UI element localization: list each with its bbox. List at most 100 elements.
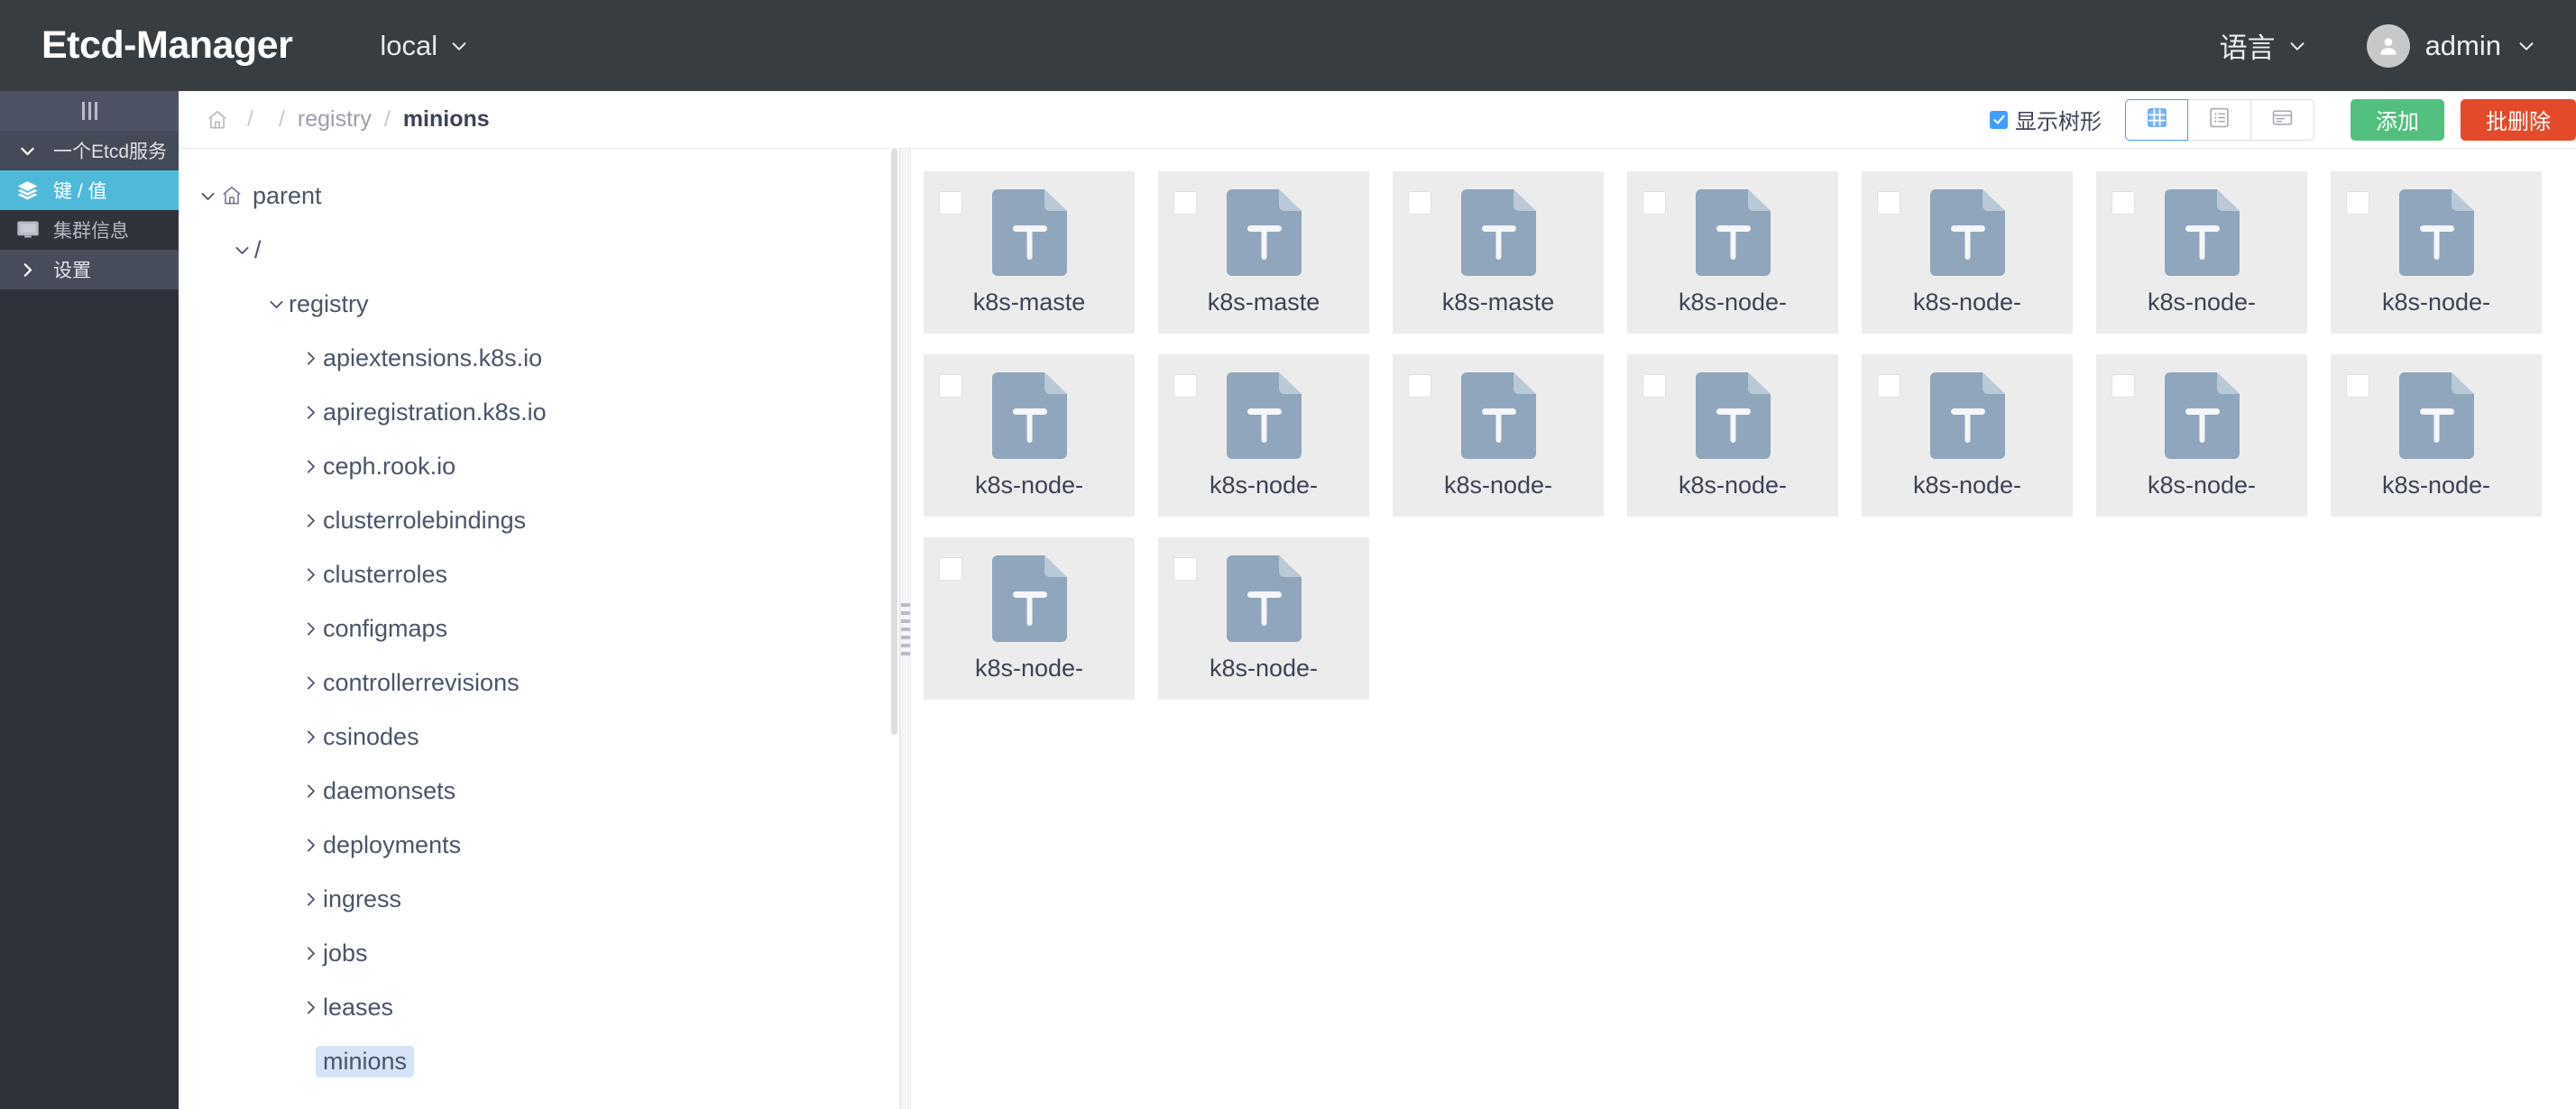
home-icon[interactable] [200, 108, 235, 132]
key-card[interactable]: k8s-node- [924, 537, 1135, 700]
chevron-right-icon[interactable] [298, 457, 323, 476]
key-card[interactable]: k8s-node- [1862, 354, 2073, 517]
chevron-down-icon[interactable] [195, 187, 220, 206]
key-card-label: k8s-node- [2381, 472, 2491, 499]
chevron-down-icon[interactable] [229, 241, 254, 260]
key-card-checkbox[interactable] [1173, 557, 1197, 581]
key-card-checkbox[interactable] [1642, 374, 1666, 398]
chevron-right-icon[interactable] [298, 890, 323, 909]
chevron-down-icon [2287, 36, 2307, 56]
key-card-checkbox[interactable] [1173, 191, 1197, 215]
sidebar-item-key-value[interactable]: 键 / 值 [0, 170, 179, 210]
tree-node[interactable]: daemonsets [179, 764, 899, 818]
chevron-right-icon[interactable] [298, 998, 323, 1017]
text-file-icon [1226, 189, 1302, 280]
panel-splitter[interactable] [900, 149, 911, 1109]
content-split: parent / registry apiextensions.k8s.io apire… [179, 149, 2576, 1109]
key-card-checkbox[interactable] [1173, 374, 1197, 398]
tree-node[interactable]: controllerrevisions [179, 655, 899, 710]
chevron-right-icon[interactable] [298, 782, 323, 801]
key-card-checkbox[interactable] [2111, 191, 2135, 215]
key-card-checkbox[interactable] [2346, 191, 2369, 215]
chevron-right-icon[interactable] [298, 944, 323, 963]
chevron-right-icon[interactable] [298, 728, 323, 747]
tree-node-label: apiregistration.k8s.io [323, 398, 547, 426]
key-card-checkbox[interactable] [2346, 374, 2369, 398]
tree-node-label: csinodes [323, 722, 419, 750]
key-card[interactable]: k8s-node- [1393, 354, 1604, 517]
chevron-right-icon[interactable] [298, 674, 323, 692]
chevron-right-icon[interactable] [298, 619, 323, 638]
user-menu[interactable]: admin [2366, 23, 2536, 68]
key-card[interactable]: k8s-node- [2096, 171, 2307, 334]
tree-node[interactable]: clusterrolebindings [179, 493, 899, 547]
tree-node[interactable]: leases [179, 980, 899, 1034]
key-card[interactable]: k8s-node- [2331, 354, 2542, 517]
key-card[interactable]: k8s-node- [1627, 171, 1838, 334]
sidebar-item-settings[interactable]: 设置 [0, 250, 179, 289]
key-card[interactable]: k8s-node- [1627, 354, 1838, 517]
tree-node[interactable]: configmaps [179, 601, 899, 655]
key-card-checkbox[interactable] [1642, 191, 1666, 215]
key-card[interactable]: k8s-maste [924, 171, 1135, 334]
key-card-checkbox[interactable] [1408, 374, 1431, 398]
sidebar-collapse-toggle[interactable] [0, 91, 179, 131]
key-card[interactable]: k8s-maste [1393, 171, 1604, 334]
tree-node[interactable]: apiregistration.k8s.io [179, 385, 899, 439]
chevron-right-icon[interactable] [298, 403, 323, 422]
tree-node[interactable]: jobs [179, 926, 899, 980]
sidebar-item-etcd-service[interactable]: 一个Etcd服务 [0, 131, 179, 170]
text-file-icon [1695, 189, 1771, 280]
key-card-checkbox[interactable] [939, 557, 962, 581]
chevron-right-icon[interactable] [298, 836, 323, 855]
tree-node[interactable]: deployments [179, 818, 899, 872]
key-card[interactable]: k8s-node- [924, 354, 1135, 517]
tree-node[interactable]: / [179, 223, 899, 277]
key-card[interactable]: k8s-node- [1158, 354, 1369, 517]
grid-view-button[interactable] [2125, 98, 2188, 141]
grid-view-icon [2146, 106, 2168, 133]
show-tree-checkbox[interactable]: 显示树形 [1990, 104, 2102, 135]
sidebar-item-label: 键 / 值 [53, 181, 107, 202]
batch-delete-button[interactable]: 批删除 [2461, 98, 2576, 141]
sidebar-item-cluster-info[interactable]: 集群信息 [0, 210, 179, 250]
tree-scrollbar[interactable] [891, 149, 897, 1109]
tree-node[interactable]: clusterroles [179, 547, 899, 601]
tree-node[interactable]: registry [179, 277, 899, 331]
tree-node[interactable]: csinodes [179, 710, 899, 764]
key-card-label: k8s-maste [1207, 289, 1320, 316]
tree-node[interactable]: parent [179, 169, 899, 223]
tree-node[interactable]: apiextensions.k8s.io [179, 331, 899, 385]
key-card-checkbox[interactable] [1877, 374, 1900, 398]
chevron-right-icon[interactable] [298, 565, 323, 584]
breadcrumb-separator: / [383, 106, 391, 132]
tree-node-label: apiextensions.k8s.io [323, 344, 543, 371]
chevron-right-icon[interactable] [298, 511, 323, 530]
tree-node[interactable]: ceph.rook.io [179, 439, 899, 493]
list-view-button[interactable] [2188, 98, 2251, 141]
tree-node[interactable]: ingress [179, 872, 899, 926]
breadcrumb-item-registry[interactable]: registry [298, 106, 372, 133]
tree-node-label: jobs [323, 939, 368, 967]
cluster-selector[interactable]: local [380, 30, 469, 62]
key-card-checkbox[interactable] [939, 191, 962, 215]
key-card[interactable]: k8s-node- [1862, 171, 2073, 334]
tree-node[interactable]: minions [179, 1034, 899, 1088]
key-card-label: k8s-node- [1443, 472, 1553, 499]
language-selector[interactable]: 语言 [2220, 25, 2307, 66]
add-button[interactable]: 添加 [2351, 98, 2444, 141]
key-card[interactable]: k8s-node- [1158, 537, 1369, 700]
key-card-checkbox[interactable] [1408, 191, 1431, 215]
key-card-checkbox[interactable] [2111, 374, 2135, 398]
key-card-checkbox[interactable] [939, 374, 962, 398]
key-card[interactable]: k8s-maste [1158, 171, 1369, 334]
key-card[interactable]: k8s-node- [2331, 171, 2542, 334]
key-card-label: k8s-node- [1209, 472, 1319, 499]
key-card-checkbox[interactable] [1877, 191, 1900, 215]
key-card[interactable]: k8s-node- [2096, 354, 2307, 517]
header-right-group: 语言 admin [2220, 23, 2536, 68]
chevron-down-icon[interactable] [263, 295, 289, 314]
app-root: Etcd-Manager local 语言 admin 一个Etcd服务 键 /… [0, 0, 2576, 1109]
chevron-right-icon[interactable] [298, 349, 323, 368]
card-view-button[interactable] [2251, 98, 2314, 141]
